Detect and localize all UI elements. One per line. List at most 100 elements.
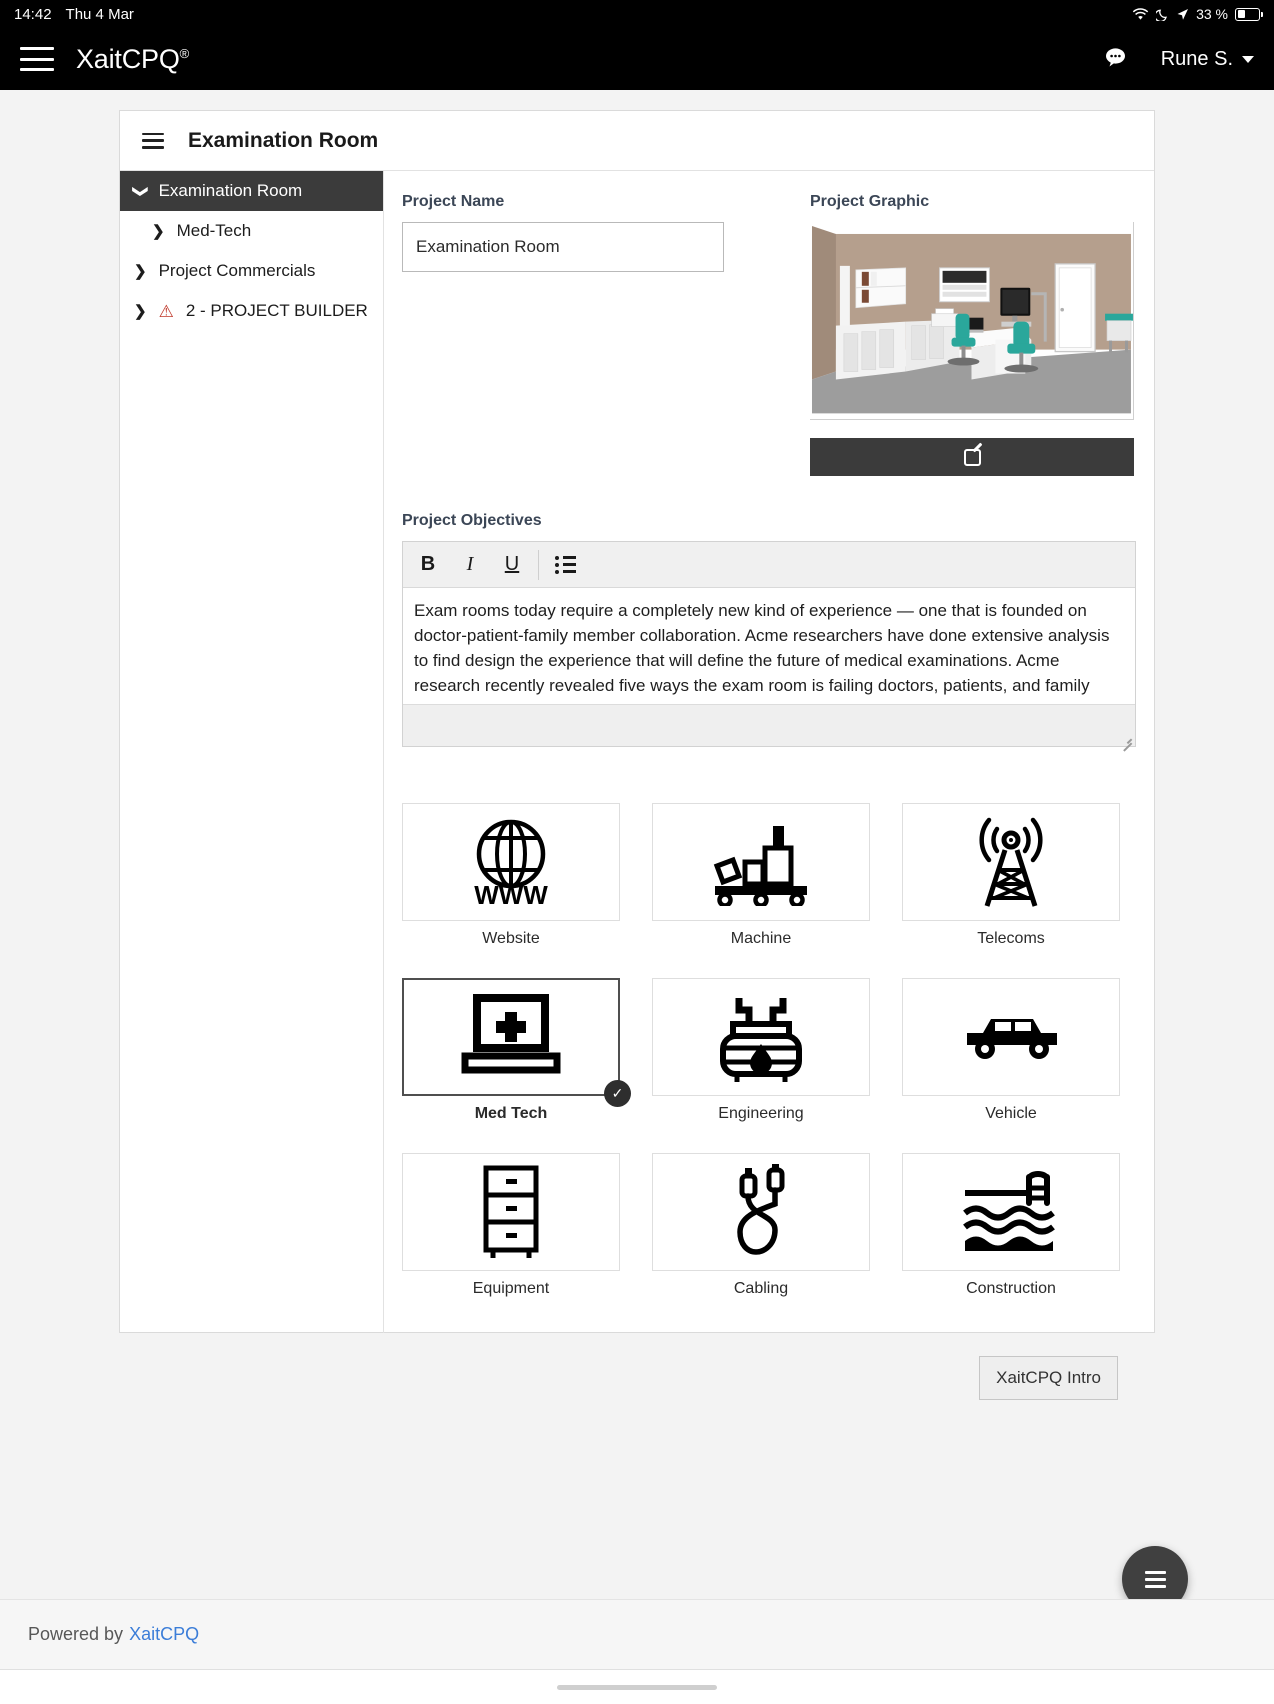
bullet-list-icon[interactable]	[544, 543, 586, 587]
chevron-down-icon: ❯	[131, 184, 149, 198]
sidebar-item-label: Project Commercials	[158, 261, 316, 280]
project-card: Examination Room ❯ Examination Room ❯ Me…	[119, 110, 1155, 1400]
tile-button[interactable]	[402, 1153, 620, 1271]
tile-label: Construction	[966, 1280, 1056, 1297]
app-brand: XaitCPQ®	[76, 44, 189, 75]
tile-button[interactable]	[652, 978, 870, 1096]
radio-tower-icon	[979, 817, 1043, 907]
tile-button[interactable]	[902, 1153, 1120, 1271]
toolbar-divider	[538, 549, 539, 580]
editor-toolbar: B I U	[403, 542, 1135, 588]
footer: Powered by XaitCPQ	[0, 1599, 1274, 1669]
battery-icon	[1235, 7, 1263, 21]
category-tile-grid: WWW Website Machine Telecoms ✓ Med Tech …	[402, 803, 1136, 1298]
top-fields-row: Project Name Project Graphic	[402, 193, 1136, 476]
location-arrow-icon	[1176, 8, 1189, 21]
italic-icon[interactable]: I	[449, 543, 491, 587]
tile-website: WWW Website	[402, 803, 620, 948]
app-header: XaitCPQ® Rune S.	[0, 28, 1274, 90]
tile-button[interactable]	[652, 1153, 870, 1271]
tile-label: Vehicle	[985, 1105, 1037, 1122]
tank-droplet-icon	[720, 998, 802, 1082]
sidebar-item-label: 2 - PROJECT BUILDER	[185, 301, 368, 320]
project-graphic-frame	[810, 222, 1134, 420]
hamburger-menu-icon[interactable]	[20, 47, 54, 71]
tile-label: Telecoms	[977, 930, 1045, 947]
header-actions: Rune S.	[1104, 47, 1254, 71]
tile-machine: Machine	[652, 803, 870, 948]
tile-label: Website	[482, 930, 540, 947]
user-menu[interactable]: Rune S.	[1161, 48, 1254, 71]
tile-button[interactable]: ✓	[402, 978, 631, 1107]
tile-vehicle: Vehicle	[902, 978, 1120, 1123]
xaitcpq-intro-button[interactable]: XaitCPQ Intro	[979, 1356, 1118, 1400]
resize-grip-icon[interactable]	[1121, 732, 1132, 743]
home-indicator-area	[0, 1669, 1274, 1704]
rich-text-editor: B I U Exam rooms today require a complet…	[402, 541, 1136, 747]
tile-button[interactable]	[902, 803, 1120, 921]
examination-room-3d-render	[810, 222, 1133, 419]
tile-button[interactable]	[902, 978, 1120, 1096]
medical-monitor-icon	[461, 994, 561, 1074]
edit-graphic-button[interactable]	[810, 438, 1134, 476]
status-time: 14:42	[14, 5, 52, 23]
tile-med-tech: ✓ Med Tech	[402, 978, 631, 1123]
moon-icon	[1156, 8, 1169, 21]
footer-text: Powered by	[28, 1624, 124, 1644]
warning-triangle-icon: ⚠	[158, 301, 174, 321]
chevron-right-icon: ❯	[134, 262, 147, 280]
main-content: Project Name Project Graphic	[384, 171, 1154, 1400]
tile-label: Cabling	[733, 1280, 789, 1297]
chevron-right-icon: ❯	[134, 302, 147, 320]
sidebar-item-label: Med-Tech	[176, 221, 252, 240]
tile-construction: Construction	[902, 1153, 1120, 1298]
project-name-label: Project Name	[402, 193, 505, 210]
tile-label: Machine	[730, 930, 792, 947]
sidebar-item-examination-room[interactable]: ❯ Examination Room	[120, 171, 383, 211]
list-menu-icon	[1144, 1570, 1166, 1588]
project-name-input[interactable]	[402, 222, 724, 272]
app-root: 14:42 Thu 4 Mar 33 % XaitCPQ® Rune S. Ex…	[0, 0, 1274, 1704]
factory-machine-icon	[713, 826, 807, 906]
project-objectives-label: Project Objectives	[402, 512, 542, 529]
footer-xaitcpq-link[interactable]: XaitCPQ	[129, 1624, 199, 1645]
card-body: ❯ Examination Room ❯ Med-Tech ❯ Project …	[120, 171, 1154, 1400]
objectives-text[interactable]: Exam rooms today require a completely ne…	[403, 588, 1135, 704]
bold-icon[interactable]: B	[407, 543, 449, 587]
tile-label: Med Tech	[474, 1105, 548, 1122]
swimming-pool-icon	[963, 1171, 1055, 1251]
project-graphic-group: Project Graphic	[810, 193, 1136, 476]
tile-equipment: Equipment	[402, 1153, 620, 1298]
status-bar: 14:42 Thu 4 Mar 33 %	[0, 0, 1274, 28]
tile-label: Engineering	[718, 1105, 804, 1122]
tile-button[interactable]	[652, 803, 870, 921]
card-hamburger-menu-icon[interactable]	[142, 132, 164, 149]
status-date: Thu 4 Mar	[65, 5, 134, 23]
chevron-right-icon: ❯	[152, 222, 165, 240]
chat-bubble-icon[interactable]	[1104, 47, 1127, 71]
status-bar-left: 14:42 Thu 4 Mar	[14, 6, 134, 23]
editor-footer	[403, 704, 1135, 746]
brand-text: XaitCPQ	[76, 43, 180, 74]
tile-button[interactable]: WWW	[402, 803, 620, 921]
sidebar-item-med-tech[interactable]: ❯ Med-Tech	[120, 211, 383, 251]
sidebar: ❯ Examination Room ❯ Med-Tech ❯ Project …	[120, 171, 384, 1333]
edit-pencil-square-icon	[963, 448, 981, 466]
project-name-field-group: Project Name	[402, 193, 774, 476]
project-objectives-group: Project Objectives B I U Exam rooms toda…	[402, 512, 1136, 747]
page-title: Examination Room	[188, 128, 379, 152]
globe-www-icon: WWW	[474, 819, 548, 908]
underline-icon[interactable]: U	[491, 543, 533, 587]
tile-engineering: Engineering	[652, 978, 870, 1123]
user-name-label: Rune S.	[1160, 47, 1233, 70]
brand-registered-mark: ®	[179, 45, 190, 61]
suv-vehicle-icon	[967, 1019, 1057, 1059]
wifi-icon	[1132, 7, 1149, 21]
intro-button-row: XaitCPQ Intro	[402, 1356, 1136, 1400]
check-circle-icon: ✓	[604, 1080, 631, 1107]
card-title-bar: Examination Room	[120, 111, 1154, 171]
sidebar-item-label: Examination Room	[158, 181, 303, 200]
sidebar-item-project-commercials[interactable]: ❯ Project Commercials	[120, 251, 383, 291]
sidebar-item-project-builder[interactable]: ❯ ⚠ 2 - PROJECT BUILDER	[120, 291, 383, 331]
status-bar-right: 33 %	[1132, 6, 1263, 22]
